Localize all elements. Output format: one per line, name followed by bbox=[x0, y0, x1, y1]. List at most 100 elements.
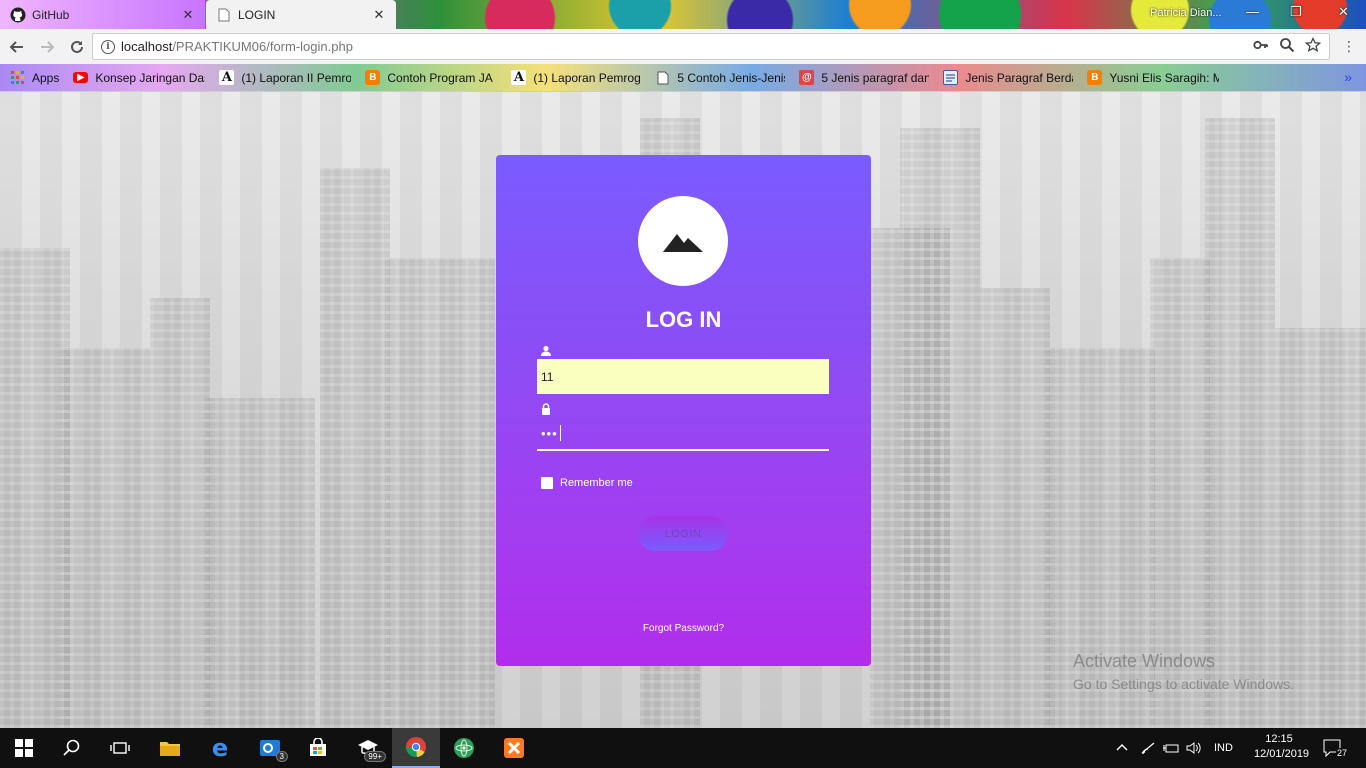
close-tab-icon[interactable]: ✕ bbox=[181, 7, 195, 23]
back-icon[interactable] bbox=[4, 34, 30, 60]
edge-icon: e bbox=[211, 734, 229, 762]
at-sign-icon: @ bbox=[799, 70, 815, 85]
forgot-password-link[interactable]: Forgot Password? bbox=[496, 623, 871, 634]
apps-grid-icon bbox=[10, 70, 25, 85]
username-input[interactable] bbox=[537, 359, 829, 394]
bookmarks-bar: Apps ▶ Konsep Jaringan Das A (1) Laporan… bbox=[0, 64, 1366, 92]
tab-login[interactable]: LOGIN ✕ bbox=[206, 0, 396, 29]
login-card: LOG IN ••• Remember me LOGIN Forgot Pass… bbox=[496, 155, 871, 666]
skyline-building bbox=[205, 398, 315, 728]
atom-icon bbox=[454, 738, 474, 758]
url-host: localhost bbox=[121, 39, 173, 54]
skyline-building bbox=[980, 288, 1050, 728]
browser-toolbar: i localhost/PRAKTIKUM06/form-login.php ⋮ bbox=[0, 29, 1366, 64]
bookmark-star-icon[interactable] bbox=[1304, 36, 1322, 56]
skyline-building bbox=[150, 298, 210, 728]
password-mask: ••• bbox=[541, 425, 558, 441]
bookmark-label: 5 Jenis paragraf dan bbox=[821, 70, 930, 85]
bookmark-item[interactable]: 5 Contoh Jenis-Jenis bbox=[655, 67, 785, 89]
blogger-icon: B bbox=[365, 70, 381, 85]
user-icon bbox=[541, 345, 551, 356]
blogger-icon: B bbox=[1087, 70, 1103, 85]
edge-button[interactable]: e bbox=[196, 728, 244, 768]
bookmark-item[interactable]: A (1) Laporan II Pemro bbox=[219, 67, 351, 89]
minimize-icon[interactable]: — bbox=[1246, 4, 1259, 19]
page-title: LOG IN bbox=[645, 307, 722, 332]
bookmark-item[interactable]: @ 5 Jenis paragraf dan bbox=[799, 67, 929, 89]
bookmark-item[interactable]: Jenis Paragraf Berda bbox=[943, 67, 1073, 89]
watermark-title: Activate Windows bbox=[1073, 651, 1216, 671]
more-bookmarks-icon[interactable]: » bbox=[1344, 69, 1352, 85]
page-icon bbox=[216, 7, 232, 23]
show-hidden-icons[interactable] bbox=[1116, 728, 1128, 768]
bookmark-label: Konsep Jaringan Das bbox=[95, 70, 206, 85]
password-input[interactable]: ••• bbox=[537, 417, 829, 451]
menu-icon[interactable]: ⋮ bbox=[1342, 38, 1356, 55]
remember-checkbox[interactable] bbox=[541, 477, 553, 489]
mail-button[interactable]: 3 bbox=[246, 728, 294, 768]
lock-icon bbox=[542, 403, 550, 415]
skyline-building bbox=[385, 258, 495, 728]
login-button[interactable]: LOGIN bbox=[638, 516, 728, 551]
url-path: /PRAKTIKUM06/form-login.php bbox=[172, 39, 353, 54]
close-window-icon[interactable]: ✕ bbox=[1338, 4, 1349, 20]
tab-title: GitHub bbox=[32, 7, 70, 22]
bookmark-item[interactable]: ▶ Konsep Jaringan Das bbox=[73, 67, 205, 89]
info-icon[interactable]: i bbox=[101, 39, 115, 54]
close-tab-icon[interactable]: ✕ bbox=[372, 7, 386, 23]
reload-icon[interactable] bbox=[64, 34, 90, 60]
xampp-icon bbox=[504, 738, 524, 758]
bookmark-item[interactable]: B Yusni Elis Saragih: M bbox=[1087, 67, 1219, 89]
power-status[interactable] bbox=[1162, 728, 1180, 768]
skyline-building bbox=[900, 128, 980, 728]
document-icon bbox=[655, 70, 670, 85]
profile-name[interactable]: Patricia Dian... bbox=[1150, 7, 1222, 19]
volume-control[interactable] bbox=[1186, 728, 1202, 768]
remember-label: Remember me bbox=[560, 477, 633, 489]
tab-github[interactable]: GitHub ✕ bbox=[0, 0, 205, 29]
action-center-button[interactable]: 27 bbox=[1322, 728, 1352, 768]
bookmark-label: Apps bbox=[32, 70, 60, 85]
browser-tab-strip: GitHub ✕ LOGIN ✕ Patricia Dian... — ❐ ✕ bbox=[0, 0, 1366, 29]
bookmark-item[interactable]: A (1) Laporan Pemrog bbox=[511, 67, 641, 89]
address-bar[interactable]: i localhost/PRAKTIKUM06/form-login.php bbox=[92, 33, 1330, 60]
store-button[interactable] bbox=[294, 728, 342, 768]
bookmark-label: 5 Contoh Jenis-Jenis bbox=[677, 70, 786, 85]
speaker-icon bbox=[1186, 742, 1201, 754]
mail-badge: 3 bbox=[275, 751, 288, 762]
search-icon bbox=[63, 739, 80, 756]
key-icon[interactable] bbox=[1253, 37, 1269, 56]
windows-icon bbox=[15, 739, 33, 757]
store-icon bbox=[310, 738, 326, 756]
bookmark-apps[interactable]: Apps bbox=[10, 67, 59, 89]
chrome-button[interactable] bbox=[392, 728, 440, 768]
xampp-button[interactable] bbox=[490, 728, 538, 768]
bookmark-label: Yusni Elis Saragih: M bbox=[1109, 70, 1220, 85]
file-explorer-button[interactable] bbox=[146, 728, 194, 768]
system-clock[interactable]: 12:15 12/01/2019 bbox=[1254, 732, 1309, 762]
activate-windows-watermark: Activate Windows Go to Settings to activ… bbox=[1073, 651, 1294, 692]
atom-button[interactable] bbox=[440, 728, 488, 768]
text-caret bbox=[559, 425, 561, 441]
restore-icon[interactable]: ❐ bbox=[1290, 4, 1302, 20]
bookmark-item[interactable]: B Contoh Program JA bbox=[365, 67, 497, 89]
page-background: LOG IN ••• Remember me LOGIN Forgot Pass… bbox=[0, 92, 1366, 728]
task-view-button[interactable] bbox=[96, 728, 144, 768]
forward-icon[interactable] bbox=[34, 34, 60, 60]
taskbar: e 3 99+ IND 12:15 12/01/2019 27 bbox=[0, 728, 1366, 768]
bookmark-label: Jenis Paragraf Berda bbox=[965, 70, 1074, 85]
notifications-app-button[interactable]: 99+ bbox=[344, 728, 392, 768]
store-badge: 99+ bbox=[364, 751, 386, 762]
clock-time: 12:15 bbox=[1265, 733, 1293, 745]
academia-icon: A bbox=[511, 70, 527, 85]
start-button[interactable] bbox=[0, 728, 48, 768]
tab-title: LOGIN bbox=[238, 7, 276, 22]
zoom-icon[interactable] bbox=[1279, 37, 1295, 56]
github-icon bbox=[10, 7, 26, 23]
search-button[interactable] bbox=[48, 728, 96, 768]
input-language[interactable]: IND bbox=[1214, 728, 1233, 768]
notification-count: 27 bbox=[1336, 748, 1349, 758]
avatar bbox=[638, 196, 728, 286]
remember-me[interactable]: Remember me bbox=[541, 477, 633, 489]
network-status[interactable] bbox=[1140, 728, 1156, 768]
